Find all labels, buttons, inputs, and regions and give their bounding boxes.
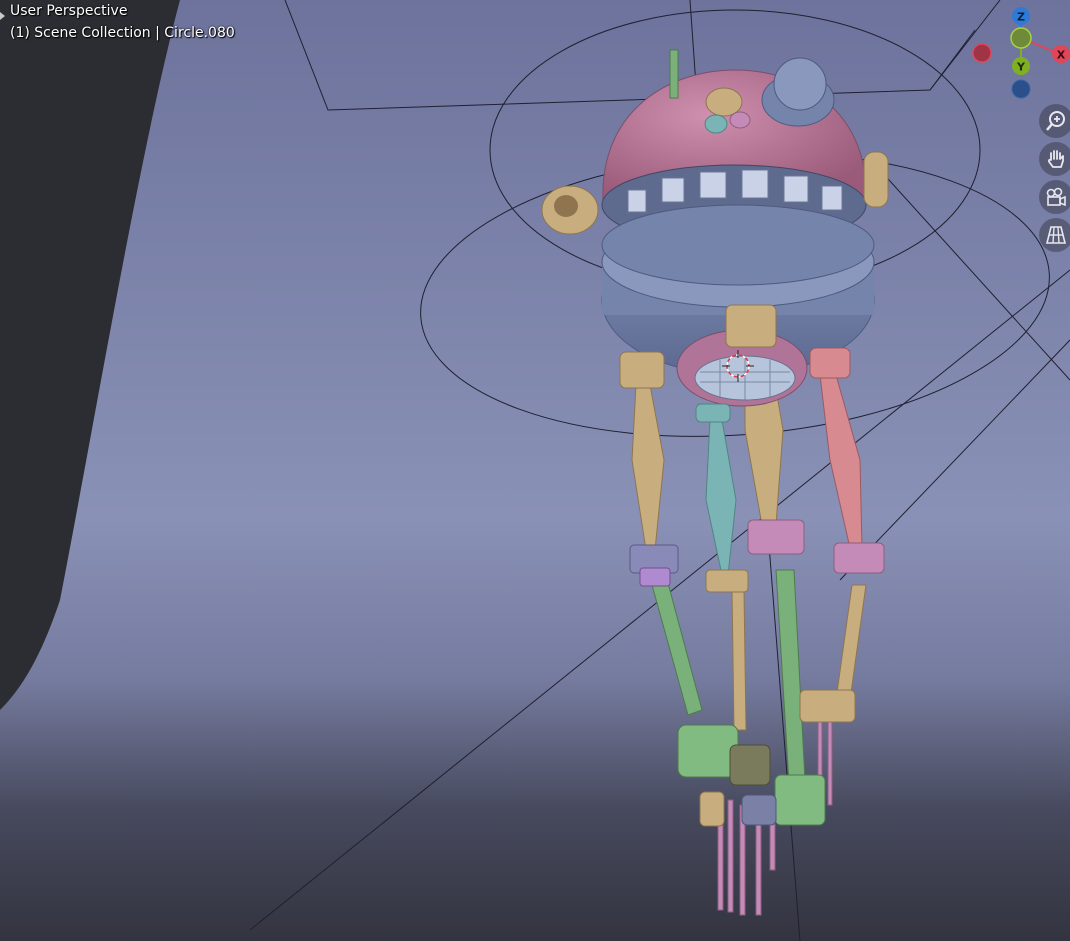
zoom-button[interactable] xyxy=(1039,104,1070,138)
pan-hand-icon xyxy=(1048,150,1064,168)
ortho-grid-icon xyxy=(1045,226,1067,244)
gizmo-neg-y-handle[interactable] xyxy=(1010,27,1032,49)
pan-button[interactable] xyxy=(1039,142,1070,176)
camera-view-icon xyxy=(1046,187,1066,207)
viewport-scene xyxy=(0,0,1070,941)
navigation-gizmo[interactable]: Z Y X xyxy=(965,0,1070,110)
3d-viewport[interactable]: User Perspective (1) Scene Collection | … xyxy=(0,0,1070,941)
viewport-background xyxy=(0,0,1070,941)
gizmo-neg-z-handle[interactable] xyxy=(1011,79,1031,99)
zoom-icon xyxy=(1046,111,1065,131)
gizmo-y-label: Y xyxy=(1016,61,1026,74)
gizmo-x-label: X xyxy=(1057,49,1066,62)
collection-info-label: (1) Scene Collection | Circle.080 xyxy=(10,25,235,41)
gizmo-neg-x-handle[interactable] xyxy=(972,43,992,63)
sidebar-toggle-icon[interactable] xyxy=(0,12,5,20)
gizmo-z-label: Z xyxy=(1017,11,1025,24)
ortho-toggle-button[interactable] xyxy=(1039,218,1070,252)
camera-view-button[interactable] xyxy=(1039,180,1070,214)
view-name-label: User Perspective xyxy=(10,3,128,19)
